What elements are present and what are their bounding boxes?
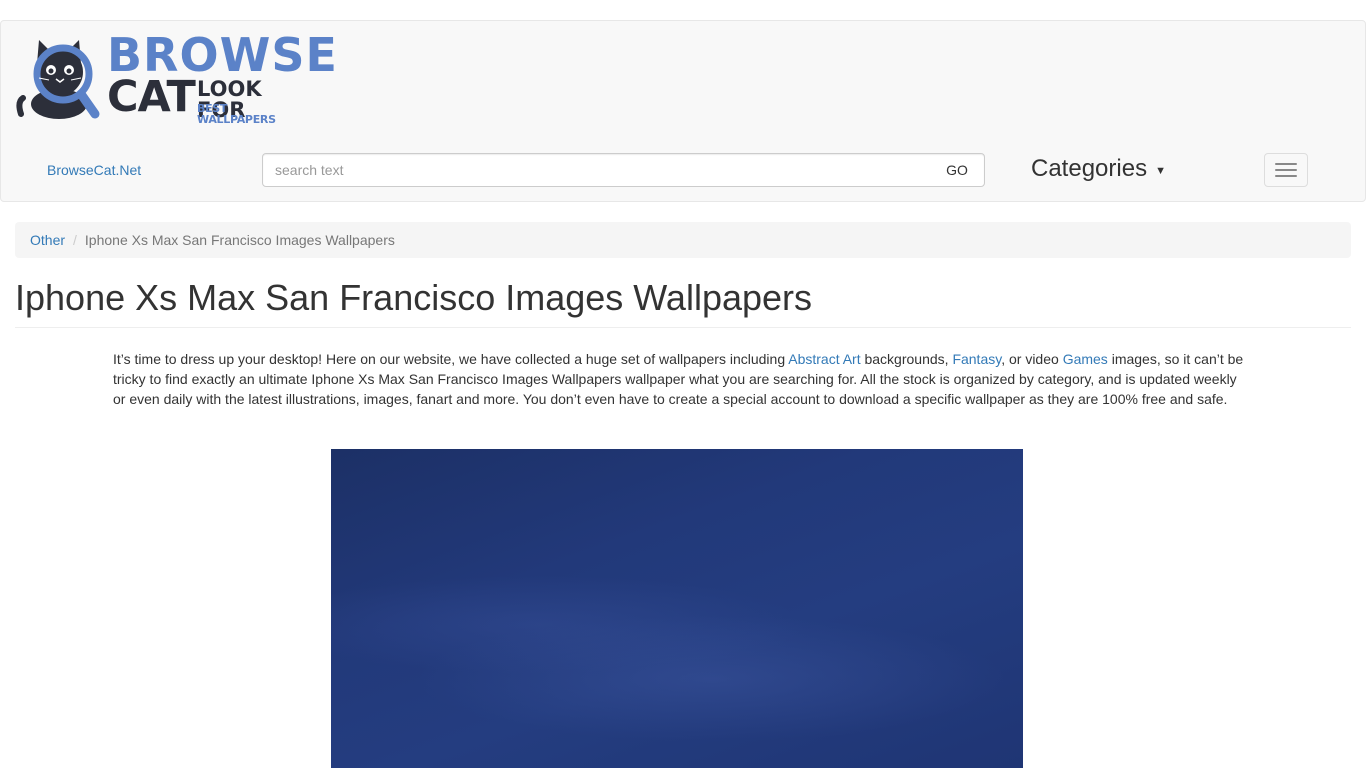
intro-paragraph: It’s time to dress up your desktop! Here… bbox=[113, 349, 1244, 409]
link-abstract-art[interactable]: Abstract Art bbox=[788, 351, 860, 367]
cat-magnifier-icon bbox=[16, 40, 100, 119]
breadcrumb-item-current: Iphone Xs Max San Francisco Images Wallp… bbox=[84, 232, 395, 248]
categories-dropdown[interactable]: Categories ▼ bbox=[1031, 155, 1166, 183]
breadcrumb-separator: / bbox=[73, 232, 77, 248]
breadcrumb: Other / Iphone Xs Max San Francisco Imag… bbox=[15, 222, 1351, 258]
logo-text-cat: CAT bbox=[107, 72, 196, 122]
navbar: BROWSE CAT LOOK FOR BEST WALLPAPERS Brow… bbox=[0, 20, 1366, 202]
link-games[interactable]: Games bbox=[1063, 351, 1108, 367]
wallpaper-image[interactable] bbox=[331, 449, 1023, 768]
navbar-toggle-button[interactable] bbox=[1264, 153, 1308, 187]
logo-text-best-wallpapers: BEST WALLPAPERS bbox=[197, 102, 276, 126]
brand-link[interactable]: BrowseCat.Net bbox=[47, 162, 141, 178]
hamburger-menu-icon bbox=[1275, 175, 1297, 177]
page-title: Iphone Xs Max San Francisco Images Wallp… bbox=[15, 277, 813, 318]
search-form: GO bbox=[262, 153, 985, 187]
browsecat-logo[interactable]: BROWSE CAT LOOK FOR BEST WALLPAPERS bbox=[15, 32, 337, 126]
go-button[interactable]: GO bbox=[935, 154, 979, 186]
caret-down-icon: ▼ bbox=[1155, 164, 1166, 177]
categories-label: Categories bbox=[1031, 155, 1148, 182]
intro-text-1: It’s time to dress up your desktop! Here… bbox=[113, 351, 789, 367]
breadcrumb-item-other[interactable]: Other bbox=[30, 232, 65, 248]
intro-text-3: , or video bbox=[1001, 351, 1063, 367]
link-fantasy[interactable]: Fantasy bbox=[952, 351, 1001, 367]
search-input[interactable] bbox=[262, 153, 985, 187]
intro-text-2: backgrounds, bbox=[860, 351, 953, 367]
title-divider bbox=[15, 327, 1351, 328]
hamburger-menu-icon bbox=[1275, 163, 1297, 165]
hamburger-menu-icon bbox=[1275, 169, 1297, 171]
